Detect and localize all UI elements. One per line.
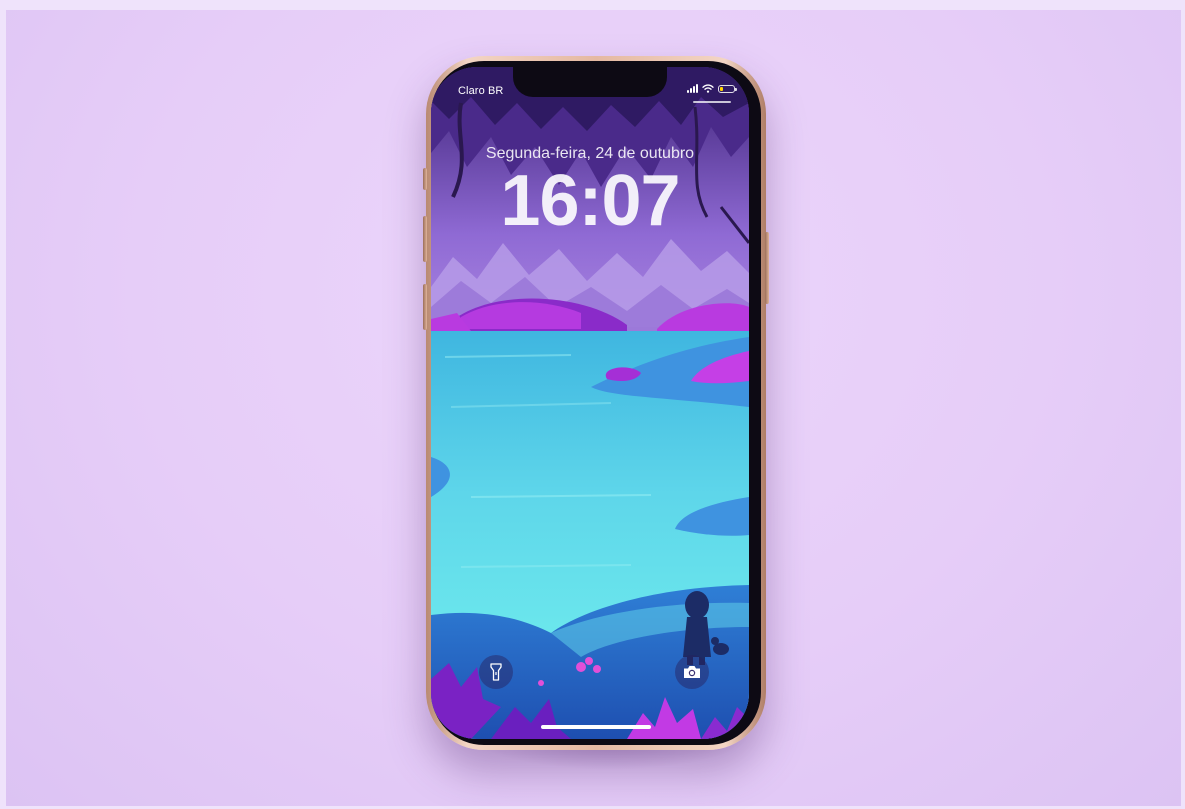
status-icons: [687, 84, 737, 93]
flashlight-button[interactable]: [479, 655, 513, 689]
lock-screen[interactable]: Claro BR Segunda-feira, 24 de outubro 16…: [431, 67, 749, 739]
battery-level: [720, 86, 724, 91]
notch: [513, 67, 667, 97]
camera-icon: [684, 666, 700, 678]
camera-button[interactable]: [675, 655, 709, 689]
lock-screen-time: 16:07: [500, 161, 680, 241]
control-center-indicator[interactable]: [693, 101, 731, 103]
action-button[interactable]: [423, 168, 427, 190]
wifi-icon: [702, 84, 714, 93]
volume-down-button[interactable]: [423, 284, 427, 330]
power-button[interactable]: [765, 232, 769, 304]
volume-up-button[interactable]: [423, 216, 427, 262]
battery-icon: [718, 84, 737, 93]
flashlight-icon: [490, 663, 502, 681]
cellular-signal-icon: [687, 84, 698, 93]
home-indicator[interactable]: [541, 725, 651, 729]
carrier-label: Claro BR: [458, 85, 504, 97]
